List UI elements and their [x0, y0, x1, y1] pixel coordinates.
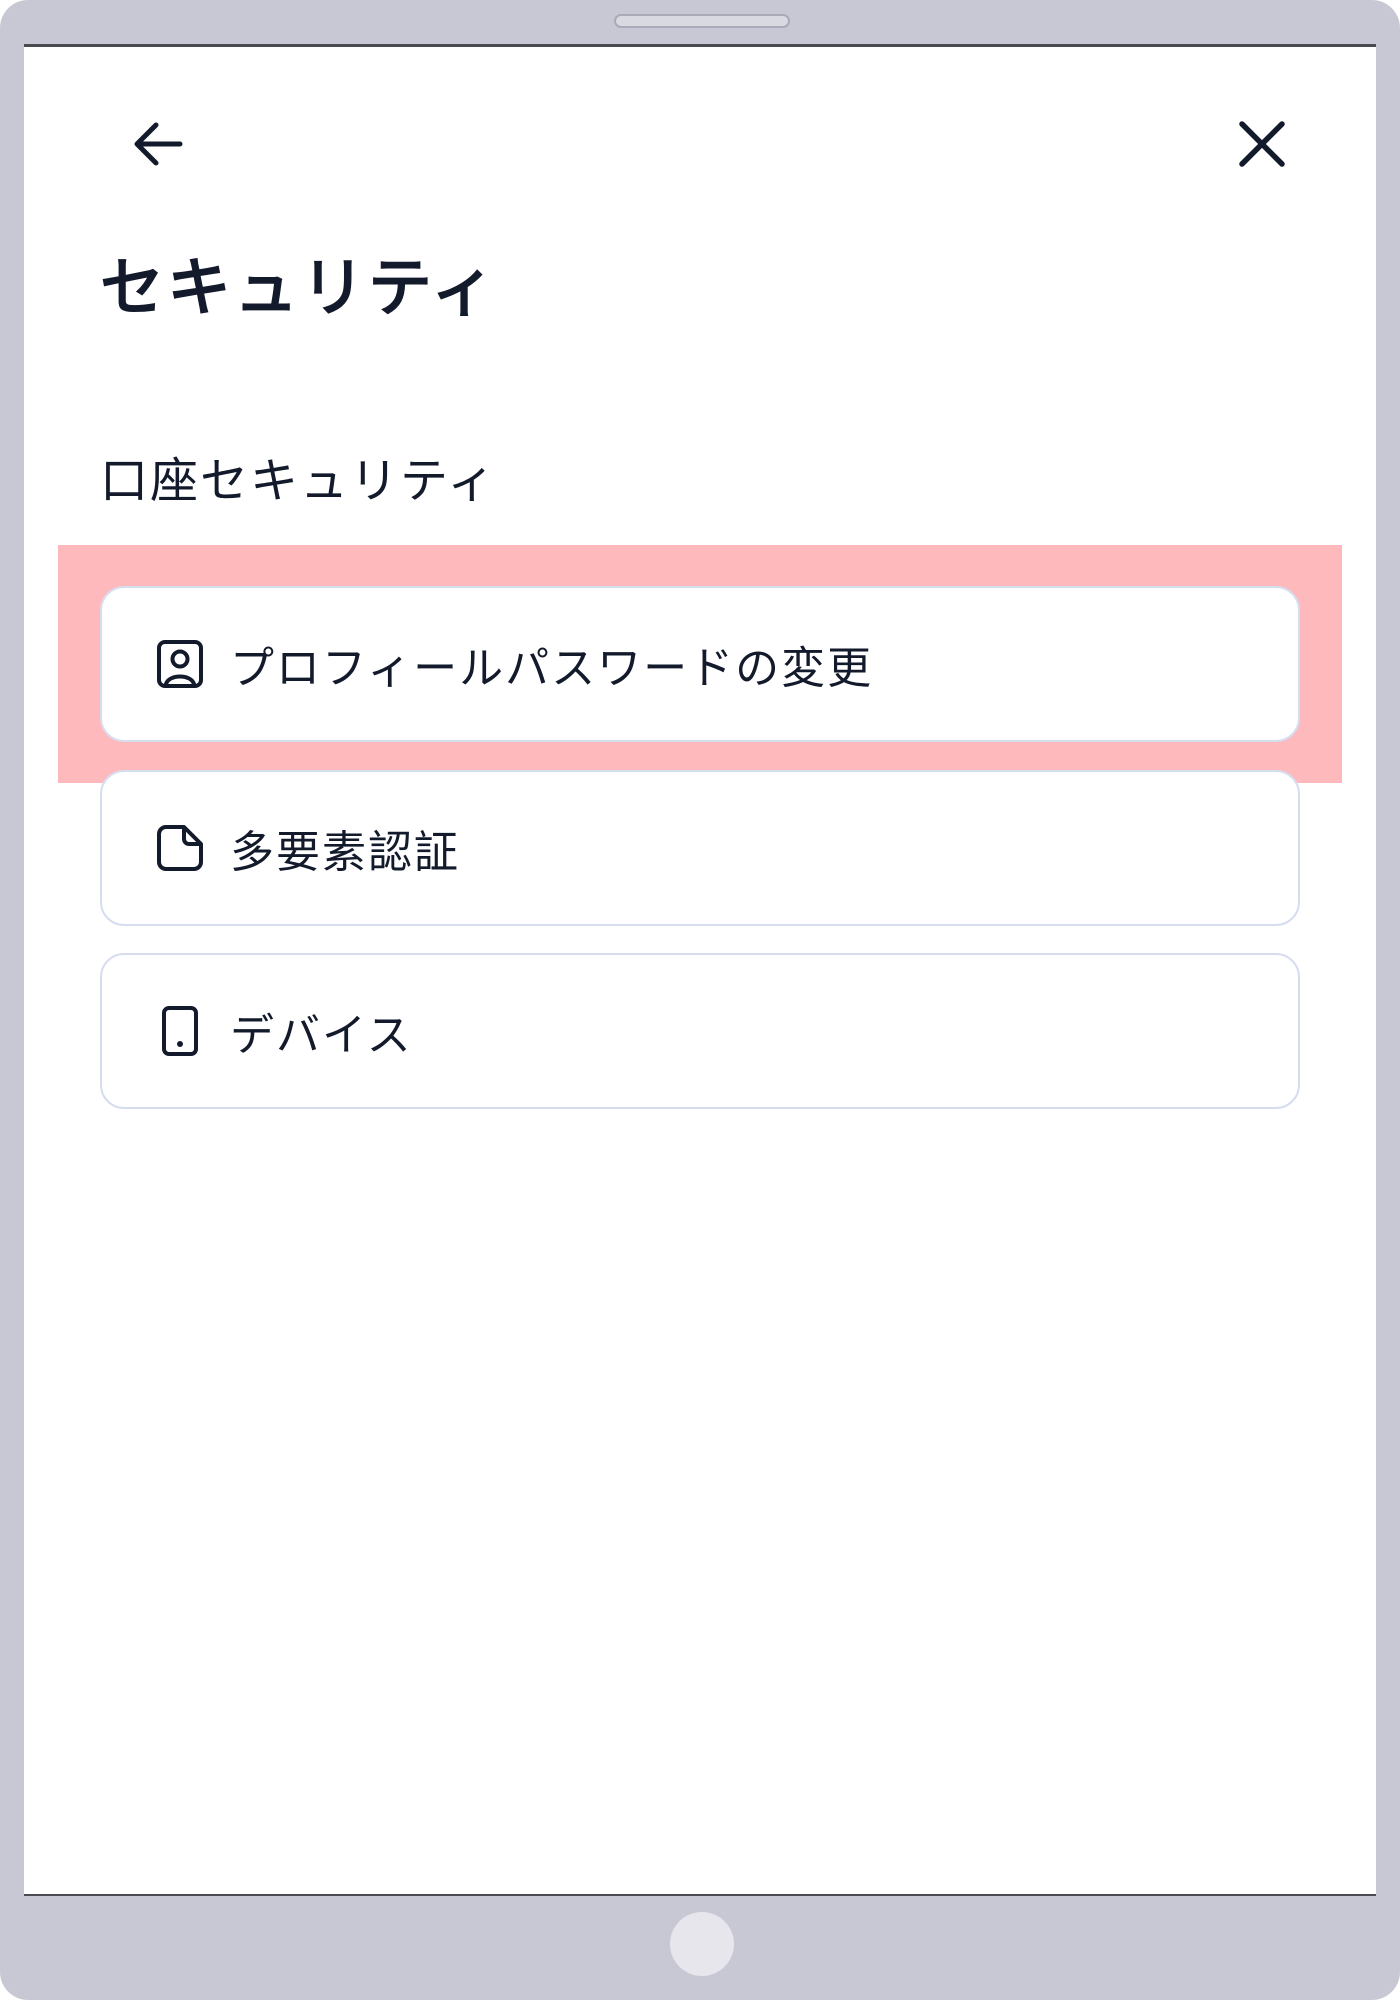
tablet-device-icon: [152, 1003, 208, 1059]
menu-item-label: デバイス: [230, 1010, 413, 1061]
back-button[interactable]: [122, 108, 194, 180]
menu-item-multi-factor-auth[interactable]: 多要素認証: [100, 770, 1300, 926]
menu-item-label: プロフィールパスワードの変更: [230, 643, 874, 694]
close-button[interactable]: [1226, 108, 1298, 180]
speaker-slot: [614, 14, 790, 28]
tablet-frame: セキュリティ 口座セキュリティ プロフィールパスワードの変更 多要素認証 デバイ…: [0, 0, 1400, 2000]
app-screen: セキュリティ 口座セキュリティ プロフィールパスワードの変更 多要素認証 デバイ…: [24, 44, 1376, 1896]
user-square-icon: [152, 636, 208, 692]
page-title: セキュリティ: [100, 252, 499, 326]
arrow-left-icon: [134, 122, 183, 166]
home-button[interactable]: [670, 1912, 734, 1976]
document-icon: [152, 820, 208, 876]
close-icon: [1239, 121, 1285, 167]
menu-item-change-password[interactable]: プロフィールパスワードの変更: [100, 586, 1300, 742]
menu-item-devices[interactable]: デバイス: [100, 953, 1300, 1109]
menu-item-label: 多要素認証: [230, 827, 460, 878]
section-title: 口座セキュリティ: [100, 453, 498, 509]
